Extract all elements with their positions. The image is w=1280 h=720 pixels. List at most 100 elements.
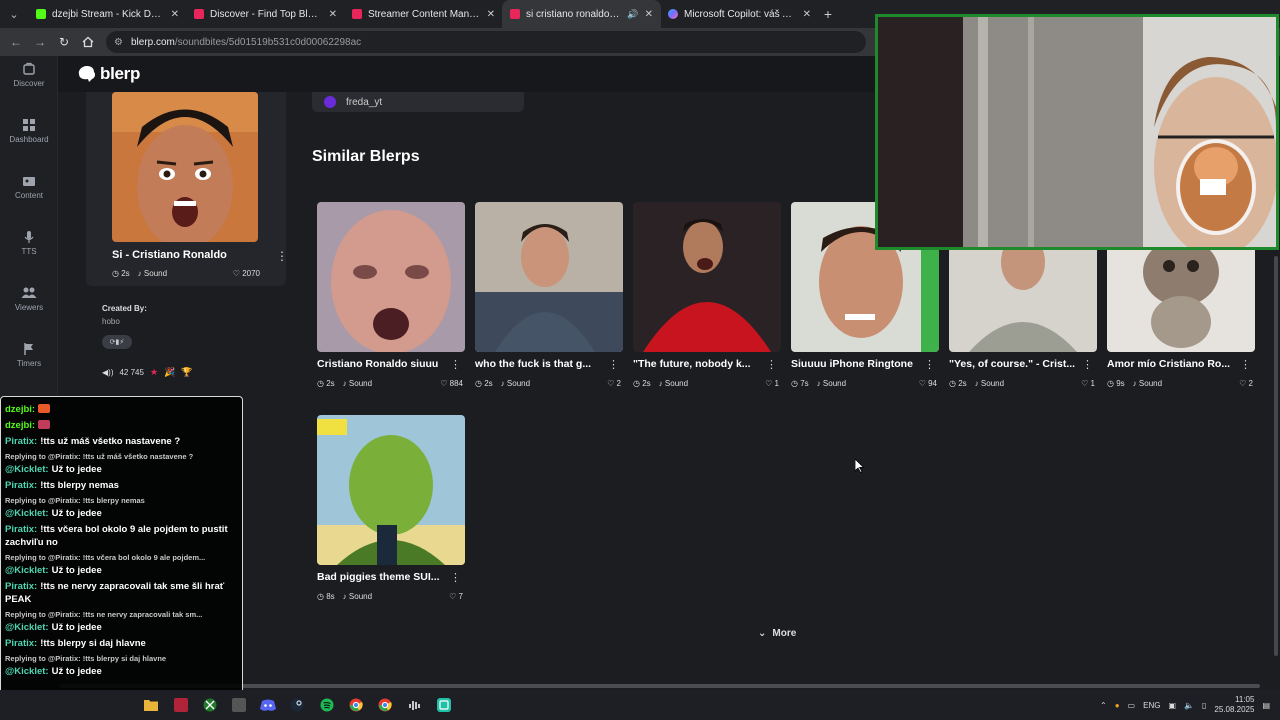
terminal-icon[interactable] — [229, 695, 249, 715]
star-icon[interactable]: ★ — [150, 367, 158, 378]
blerp-card-thumbnail[interactable] — [633, 202, 781, 352]
sidebar-item-content[interactable]: Content — [0, 174, 58, 200]
steam-icon[interactable] — [287, 695, 307, 715]
browser-tab-4[interactable]: Microsoft Copilot: váš AI pomo ✕ — [660, 0, 819, 28]
blerp-card-title: who the fuck is that g... — [475, 358, 592, 370]
blerp-card[interactable]: Bad piggies theme SUI... ⋮ ◷ 8s ♪ Sound … — [317, 415, 465, 601]
microphone-icon[interactable]: ● — [1115, 701, 1120, 710]
blerp-card[interactable]: who the fuck is that g... ⋮ ◷ 2s ♪ Sound… — [475, 202, 623, 388]
browser-tab-0[interactable]: dzejbi Stream - Kick Dashboard ✕ — [28, 0, 187, 28]
close-icon[interactable]: ✕ — [171, 9, 179, 20]
heart-icon[interactable]: ♡ — [449, 592, 456, 601]
heart-icon[interactable]: ♡ — [1239, 379, 1246, 388]
clock-icon: ◷ — [317, 592, 324, 601]
close-icon[interactable]: ✕ — [803, 9, 811, 20]
keyboard-icon[interactable]: ▭ — [1128, 701, 1136, 710]
blerp-card[interactable]: Cristiano Ronaldo siuuu ⋮ ◷ 2s ♪ Sound ♡… — [317, 202, 465, 388]
back-icon[interactable]: ← — [6, 32, 26, 52]
app-icon[interactable] — [171, 695, 191, 715]
battery-icon[interactable]: ▯ — [1202, 701, 1206, 710]
blerp-card-title: Amor mío Cristiano Ro... — [1107, 358, 1231, 370]
sidebar-item-dashboard[interactable]: Dashboard — [0, 118, 58, 144]
more-options-icon[interactable]: ⋮ — [450, 571, 461, 584]
heart-icon[interactable]: ♡ — [440, 379, 447, 388]
like-count: 2 — [616, 379, 621, 388]
media-type: Sound — [348, 379, 373, 388]
close-icon[interactable]: ✕ — [645, 9, 653, 20]
uploader-name: freda_yt — [346, 96, 383, 108]
sidebar-item-timers[interactable]: Timers — [0, 342, 58, 368]
url-field[interactable]: ⚙ blerp.com/soundbites/5d01519b531c0d000… — [106, 31, 866, 53]
url-host: blerp.com — [130, 36, 175, 48]
heart-icon[interactable]: ♡ — [919, 379, 926, 388]
more-options-icon[interactable]: ⋮ — [1240, 358, 1251, 371]
more-options-icon[interactable]: ⋮ — [924, 358, 935, 371]
discord-icon[interactable] — [258, 695, 278, 715]
more-options-icon[interactable]: ⋮ — [276, 250, 288, 262]
folder-icon[interactable] — [141, 695, 161, 715]
sidebar-item-label: Viewers — [14, 303, 44, 312]
blerp-detail-image[interactable] — [112, 92, 258, 242]
blerp-favicon-icon — [352, 9, 362, 19]
clock[interactable]: 11:05 25.08.2025 — [1214, 695, 1254, 715]
heart-icon[interactable]: ♡ — [233, 269, 240, 278]
spotify-icon[interactable] — [317, 695, 337, 715]
chrome-icon[interactable] — [375, 695, 395, 715]
browser-tab-2[interactable]: Streamer Content Manager ✕ — [344, 0, 503, 28]
blerp-card-meta: ◷ 2s ♪ Sound ♡ 2 — [475, 379, 623, 388]
blerp-card-thumbnail[interactable] — [475, 202, 623, 352]
sidebar-item-label: Content — [14, 191, 44, 200]
like-count: 2 — [1248, 379, 1253, 388]
more-button[interactable]: ⌄ More — [758, 628, 796, 639]
language-indicator[interactable]: ENG — [1143, 701, 1160, 710]
similar-blerps-heading: Similar Blerps — [312, 148, 420, 165]
content-icon — [21, 174, 37, 188]
close-icon[interactable]: ✕ — [487, 9, 495, 20]
forward-icon[interactable]: → — [30, 32, 50, 52]
media-type: Sound — [143, 269, 168, 278]
chrome-icon[interactable] — [346, 695, 366, 715]
more-options-icon[interactable]: ⋮ — [1082, 358, 1093, 371]
heart-icon[interactable]: ♡ — [765, 379, 772, 388]
party-icon[interactable]: 🎉 — [164, 367, 175, 378]
chat-message: @Kicklet: Už to jedee — [5, 665, 238, 678]
close-icon[interactable]: ✕ — [329, 9, 337, 20]
new-tab-button[interactable]: + — [816, 6, 840, 22]
scrollbar-thumb[interactable] — [1274, 256, 1278, 656]
emote-icon — [38, 420, 51, 429]
browser-tab-1[interactable]: Discover - Find Top Blerps, Stre ✕ — [186, 0, 345, 28]
chevron-up-icon[interactable]: ⌃ — [1100, 701, 1107, 710]
sidebar-item-discover[interactable]: Discover — [0, 62, 58, 88]
more-options-icon[interactable]: ⋮ — [608, 358, 619, 371]
media-type: Sound — [348, 592, 373, 601]
music-note-icon: ♪ — [137, 269, 142, 278]
volume-icon[interactable]: 🔈 — [1184, 701, 1194, 710]
more-options-icon[interactable]: ⋮ — [766, 358, 777, 371]
xbox-icon[interactable] — [200, 695, 220, 715]
heart-icon[interactable]: ♡ — [607, 379, 614, 388]
blerp-card-thumbnail[interactable] — [317, 202, 465, 352]
creator-name[interactable]: hobo — [102, 317, 120, 326]
audio-meter-icon[interactable] — [405, 695, 425, 715]
network-icon[interactable]: ▣ — [1168, 701, 1176, 710]
speaker-icon[interactable]: 🔊 — [627, 9, 638, 20]
clock-icon: ◷ — [317, 379, 324, 388]
blerp-card-thumbnail[interactable] — [317, 415, 465, 565]
chevron-down-icon: ⌄ — [758, 628, 767, 639]
app-icon[interactable] — [434, 695, 454, 715]
blerp-card[interactable]: "The future, nobody k... ⋮ ◷ 2s ♪ Sound … — [633, 202, 781, 388]
uploader-chip[interactable]: freda_yt — [312, 92, 524, 112]
tab-search-icon[interactable]: ⌄ — [0, 0, 28, 28]
trophy-icon[interactable]: 🏆 — [181, 367, 192, 378]
blerp-logo[interactable]: blerp — [78, 64, 140, 84]
sidebar-item-tts[interactable]: TTS — [0, 230, 58, 256]
reload-icon[interactable]: ↻ — [54, 32, 74, 52]
home-icon[interactable] — [78, 32, 98, 52]
sidebar-item-viewers[interactable]: Viewers — [0, 286, 58, 312]
browser-tab-3[interactable]: si cristiano ronaldo Best So 🔊 ✕ — [502, 0, 661, 28]
site-info-icon[interactable]: ⚙ — [114, 37, 123, 48]
heart-icon[interactable]: ♡ — [1081, 379, 1088, 388]
creator-badges: ⟳▮⚡ — [102, 335, 132, 349]
notification-icon[interactable]: ▤ — [1262, 701, 1270, 710]
more-options-icon[interactable]: ⋮ — [450, 358, 461, 371]
